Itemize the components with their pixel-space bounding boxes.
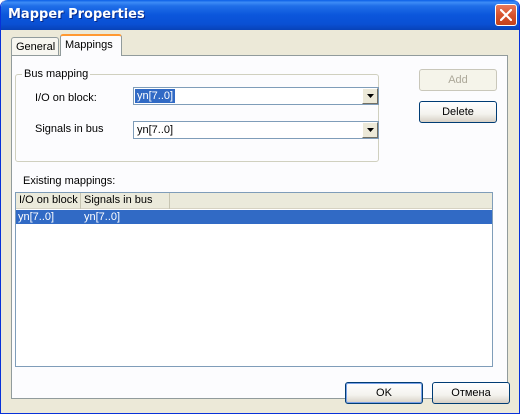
title-bar[interactable]: Mapper Properties (1, 0, 519, 30)
signals-in-bus-label: Signals in bus (35, 123, 104, 135)
existing-mappings-label: Existing mappings: (23, 175, 116, 187)
table-row[interactable]: yn[7..0] yn[7..0] (16, 210, 492, 224)
tab-general[interactable]: General (11, 37, 59, 55)
close-button[interactable] (495, 4, 517, 26)
signals-in-bus-combobox[interactable]: yn[7..0] (133, 121, 379, 139)
close-icon (500, 9, 512, 21)
column-header-io-on-block[interactable]: I/O on block (16, 193, 81, 209)
column-header-signals-in-bus[interactable]: Signals in bus (81, 193, 170, 209)
bus-mapping-group-label: Bus mapping (22, 68, 91, 80)
tab-mappings-label: Mappings (65, 39, 113, 51)
tab-general-label: General (16, 41, 56, 53)
cancel-button[interactable]: Отмена (432, 382, 510, 404)
row-io-on-block-cell: yn[7..0] (18, 211, 55, 223)
io-on-block-value: yn[7..0] (135, 89, 176, 103)
signals-in-bus-dropdown-button[interactable] (362, 122, 378, 138)
row-signals-in-bus-cell: yn[7..0] (84, 211, 121, 223)
chevron-down-icon (367, 128, 374, 132)
io-on-block-combobox[interactable]: yn[7..0] (133, 87, 379, 105)
window-title: Mapper Properties (8, 7, 145, 22)
dialog-client-area: General Mappings Bus mapping I/O on bloc… (4, 30, 516, 411)
list-header: I/O on block Signals in bus (16, 193, 492, 209)
existing-mappings-list[interactable]: I/O on block Signals in bus yn[7..0] yn[… (15, 192, 493, 367)
ok-button[interactable]: OK (345, 382, 423, 404)
tab-mappings[interactable]: Mappings (60, 34, 122, 56)
chevron-down-icon (367, 94, 374, 98)
add-button[interactable]: Add (419, 69, 497, 91)
dialog-window: Mapper Properties General Mappings Bus m… (0, 0, 520, 414)
io-on-block-dropdown-button[interactable] (362, 88, 378, 104)
signals-in-bus-value: yn[7..0] (137, 124, 174, 136)
io-on-block-label: I/O on block: (35, 92, 97, 104)
delete-button[interactable]: Delete (419, 101, 497, 123)
